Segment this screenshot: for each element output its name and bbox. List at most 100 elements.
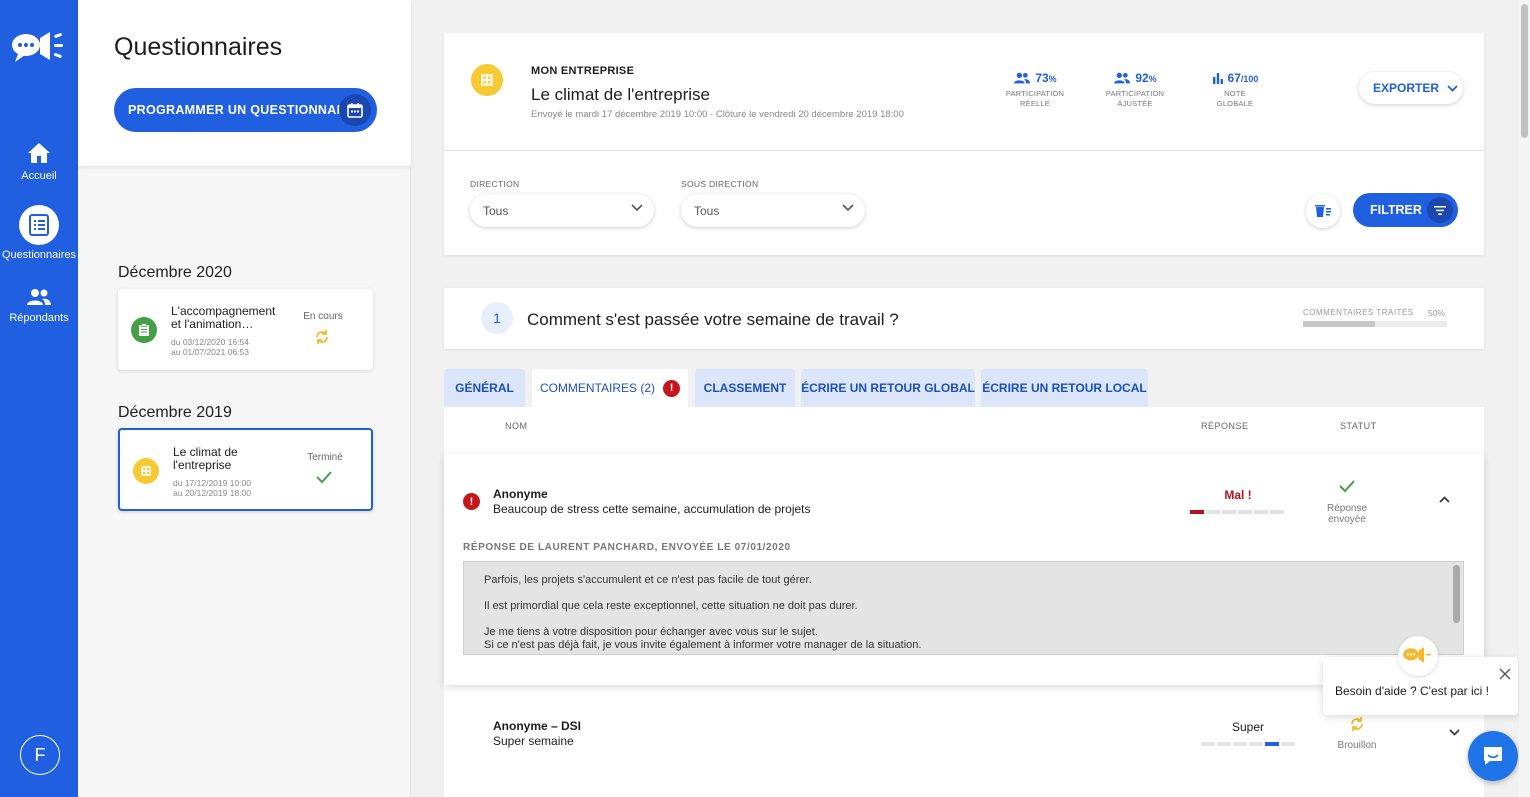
stat-label: RÉELLE (1020, 98, 1050, 108)
month-heading: Décembre 2019 (118, 404, 232, 421)
chevron-down-icon[interactable] (1449, 729, 1460, 736)
people-icon (1114, 72, 1131, 84)
page-title: Questionnaires (114, 33, 283, 61)
people-icon (1014, 72, 1031, 84)
status-line: envoyée (1328, 514, 1366, 525)
direction-value: Tous (483, 203, 509, 218)
scale-step (1206, 510, 1220, 514)
filter-icon (1427, 197, 1453, 223)
stat-note-globale: 67/100 NOTE GLOBALE (1195, 71, 1275, 108)
tab-retour-local[interactable]: ÉCRIRE UN RETOUR LOCAL (981, 369, 1148, 407)
scale-step (1238, 510, 1252, 514)
status-text: Brouillon (1337, 740, 1377, 751)
tab-classement[interactable]: CLASSEMENT (695, 369, 795, 407)
check-icon (316, 471, 332, 484)
scale-step (1281, 742, 1295, 746)
chevron-down-icon (842, 204, 854, 212)
page-scrollbar[interactable] (1519, 0, 1530, 797)
questionnaire-dates: du 17/12/2019 10:00 au 20/12/2019 18:00 (173, 478, 251, 498)
status-text: Réponse envoyée (1312, 503, 1382, 525)
questionnaire-list-panel: Questionnaires PROGRAMMER UN QUESTIONNAI… (78, 0, 411, 797)
status-line: Réponse (1326, 503, 1368, 514)
tab-retour-global[interactable]: ÉCRIRE UN RETOUR GLOBAL (801, 369, 975, 407)
reply-label: RÉPONSE DE LAURENT PANCHARD, ENVOYÉE LE … (463, 542, 791, 553)
sous-direction-select[interactable]: Tous (681, 194, 865, 227)
filter-button[interactable]: FILTRER (1353, 193, 1458, 227)
questionnaire-title: Le climat de l'entreprise (531, 85, 710, 104)
direction-label: DIRECTION (470, 179, 520, 189)
tab-label: CLASSEMENT (703, 381, 787, 395)
scale-step (1201, 742, 1215, 746)
tab-label: GÉNÉRAL (455, 381, 514, 395)
tab-label: ÉCRIRE UN RETOUR GLOBAL (801, 381, 975, 395)
questionnaire-dates: Envoyé le mardi 17 décembre 2019 10:00 -… (531, 109, 904, 120)
avatar[interactable]: F (20, 735, 60, 775)
filter-button-label: FILTRER (1370, 203, 1422, 217)
stat-unit: /100 (1240, 74, 1259, 84)
home-icon (28, 143, 50, 163)
month-heading: Décembre 2020 (118, 264, 232, 281)
stat-label: AJUSTÉE (1117, 98, 1153, 108)
scale-step (1222, 510, 1236, 514)
clear-filters-button[interactable] (1306, 194, 1340, 228)
chat-button[interactable] (1468, 731, 1518, 781)
scrollbar[interactable] (1453, 565, 1460, 623)
comments-processed-label: COMMENTAIRES TRAITÉS (1303, 308, 1414, 317)
export-button-label: EXPORTER (1373, 81, 1440, 95)
questionnaire-card[interactable]: L'accompagnement et l'animation… du 03/1… (118, 289, 373, 370)
stat-value: 73 (1035, 71, 1049, 85)
refresh-icon (1351, 717, 1363, 731)
rail-item-repondants[interactable]: Répondants (0, 288, 78, 324)
status-badge: Terminé (307, 452, 343, 463)
list-icon (29, 214, 49, 236)
building-icon (133, 458, 159, 484)
comment-text: Beaucoup de stress cette semaine, accumu… (493, 502, 811, 516)
chevron-down-icon (631, 204, 643, 212)
stat-value: 67 (1227, 71, 1241, 85)
stat-label: PARTICIPATION (1105, 89, 1165, 98)
chat-icon (1484, 747, 1502, 765)
rail-item-accueil[interactable]: Accueil (0, 142, 78, 182)
alert-icon: ! (663, 379, 681, 397)
questionnaire-title: L'accompagnement et l'animation… (171, 304, 276, 331)
question-number: 1 (481, 302, 513, 334)
chevron-up-icon[interactable] (1439, 496, 1450, 503)
refresh-icon (316, 330, 328, 344)
sous-direction-label: SOUS DIRECTION (681, 179, 759, 189)
scale-step (1270, 510, 1284, 514)
comments-processed-bar (1303, 321, 1447, 327)
stat-participation-reelle: 73% PARTICIPATION RÉELLE (995, 71, 1075, 108)
calendar-icon (339, 94, 371, 126)
tab-commentaires[interactable]: COMMENTAIRES (2) ! (532, 369, 688, 407)
response-scale (1190, 510, 1284, 514)
scale-step (1233, 742, 1247, 746)
date-to: au 20/12/2019 18:00 (173, 487, 251, 498)
close-icon[interactable] (1499, 668, 1511, 680)
tab-general[interactable]: GÉNÉRAL (444, 369, 525, 407)
questionnaire-header-card: MON ENTREPRISE Le climat de l'entreprise… (444, 33, 1484, 255)
company-label: MON ENTREPRISE (531, 65, 635, 77)
stat-label: PARTICIPATION (1005, 89, 1065, 98)
rail-item-label: Accueil (21, 170, 57, 182)
help-mascot-icon (1398, 636, 1438, 676)
scrollbar-thumb[interactable] (1521, 4, 1528, 138)
scale-step (1265, 742, 1279, 746)
rail-item-questionnaires[interactable]: Questionnaires (0, 205, 78, 261)
questionnaire-card-selected[interactable]: Le climat de l'entreprise du 17/12/2019 … (118, 428, 373, 511)
direction-select[interactable]: Tous (470, 194, 654, 227)
tab-label: COMMENTAIRES (2) (539, 381, 656, 395)
rail-item-label: Répondants (9, 312, 69, 324)
date-to: au 01/07/2021 06:53 (171, 346, 249, 357)
question-text: Comment s'est passée votre semaine de tr… (527, 310, 899, 329)
comment-text: Super semaine (493, 734, 574, 748)
column-header-nom: NOM (505, 421, 528, 431)
reply-line: Parfois, les projets s'accumulent et ce … (484, 574, 812, 586)
program-questionnaire-button[interactable]: PROGRAMMER UN QUESTIONNAIRE (114, 88, 377, 132)
response-value: Super (1231, 720, 1265, 734)
bar-chart-icon (1212, 73, 1223, 84)
stat-label: GLOBALE (1216, 98, 1254, 108)
export-button[interactable]: EXPORTER (1359, 72, 1463, 104)
divider (444, 150, 1484, 151)
scale-step (1249, 742, 1263, 746)
table-row-expanded[interactable]: ! Anonyme Beaucoup de stress cette semai… (444, 454, 1484, 685)
